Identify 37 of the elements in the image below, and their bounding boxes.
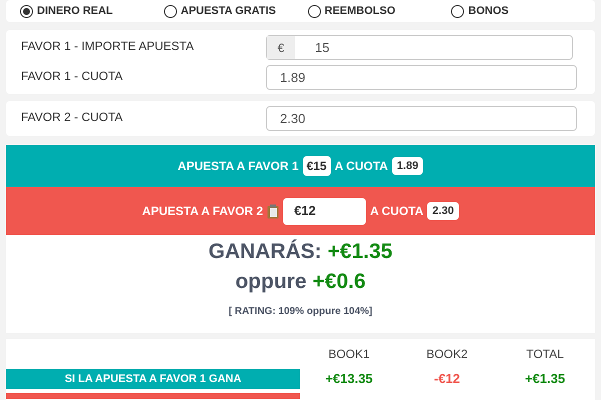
radio-label: APUESTA GRATIS bbox=[180, 4, 276, 19]
bet-label: APUESTA A FAVOR 2 bbox=[142, 203, 264, 220]
stake-badge: €15 bbox=[302, 156, 331, 176]
radio-label: REEMBOLSO bbox=[324, 4, 396, 19]
radio-label: BONOS bbox=[468, 4, 509, 19]
alt-label: oppure bbox=[235, 269, 307, 295]
radio-button[interactable] bbox=[308, 4, 320, 18]
stake-field[interactable]: €12 bbox=[283, 198, 366, 224]
field-label: FAVOR 2 - CUOTA bbox=[21, 109, 124, 126]
table-cell-text: +€13.35 bbox=[324, 370, 374, 388]
field-label: FAVOR 1 - CUOTA bbox=[21, 68, 124, 85]
radio-button[interactable] bbox=[451, 4, 464, 18]
bet-label: APUESTA A FAVOR 1 bbox=[178, 158, 299, 175]
column-header: BOOK2 bbox=[425, 346, 469, 363]
odds-badge: 1.89 bbox=[392, 156, 424, 176]
table-cell-text: -€12 bbox=[432, 370, 462, 388]
win-value: +€1.35 bbox=[328, 239, 392, 265]
column-header: TOTAL bbox=[525, 346, 565, 363]
odds-field[interactable]: 2.30 bbox=[266, 106, 577, 131]
win-label: GANARÁS: bbox=[208, 239, 322, 265]
alt-value: +€0.6 bbox=[312, 269, 366, 295]
field-label: FAVOR 1 - IMPORTE APUESTA bbox=[21, 38, 195, 55]
stake-field[interactable]: € 15 bbox=[266, 35, 573, 60]
rating-text: [ RATING: 109% oppure 104%] bbox=[228, 305, 372, 319]
radio-button[interactable] bbox=[20, 4, 33, 18]
odds-field[interactable]: 1.89 bbox=[266, 65, 577, 90]
table-cell-text: +€1.35 bbox=[524, 370, 566, 388]
radio-button[interactable] bbox=[164, 4, 177, 18]
clipboard-icon[interactable] bbox=[267, 204, 280, 218]
currency-label: € bbox=[267, 36, 295, 59]
radio-label: DINERO REAL bbox=[37, 4, 113, 19]
odds-label: A CUOTA bbox=[370, 203, 424, 220]
odds-label: A CUOTA bbox=[334, 158, 388, 175]
odds-badge: 2.30 bbox=[427, 202, 459, 220]
row-label: SI LA APUESTA A FAVOR 1 GANA bbox=[6, 369, 300, 389]
column-header: BOOK1 bbox=[327, 346, 371, 363]
stake-value: 15 bbox=[314, 38, 330, 57]
